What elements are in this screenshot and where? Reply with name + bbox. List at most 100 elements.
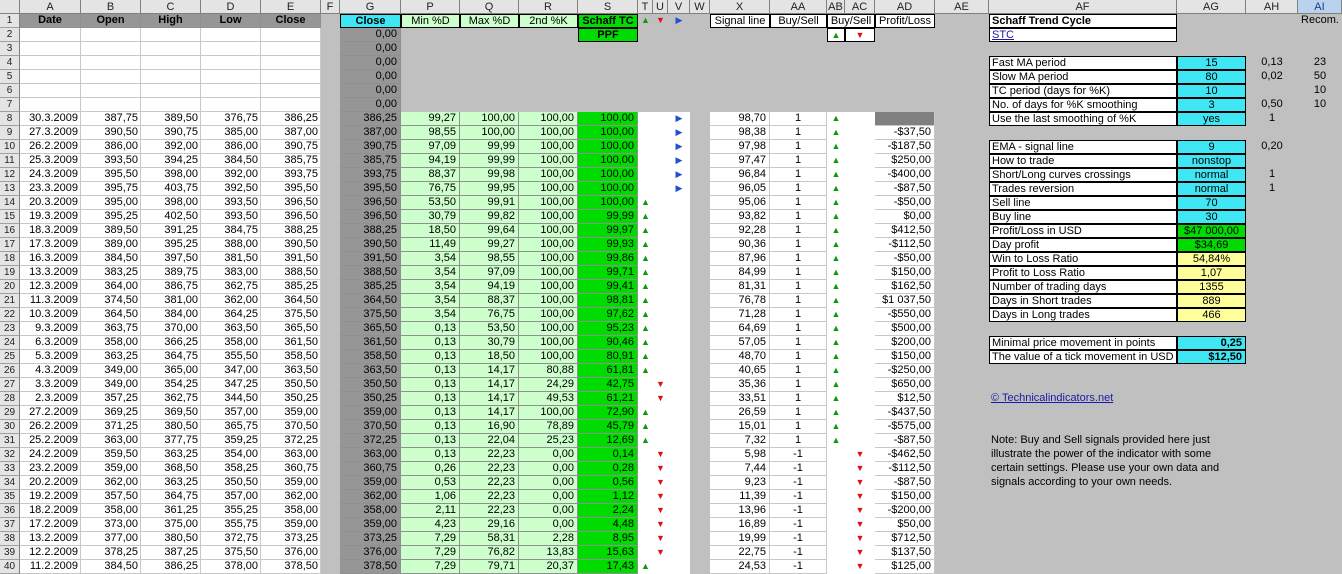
down-arrow-icon[interactable]: ▼	[653, 546, 668, 560]
cell-2nd-k[interactable]: 100,00	[519, 182, 578, 196]
cell-schaff-tc[interactable]: 4,48	[578, 518, 638, 532]
column-header-f[interactable]: F	[321, 0, 340, 14]
cell-profit-loss[interactable]: $412,50	[875, 224, 935, 238]
param-recom[interactable]: 10	[1298, 84, 1342, 98]
cell-profit-loss[interactable]: -$87,50	[875, 476, 935, 490]
cell-signal-line[interactable]: 92,28	[710, 224, 770, 238]
cell-buy-sell[interactable]: 1	[770, 350, 827, 364]
cell-high[interactable]: 386,25	[141, 560, 201, 574]
cell-close-g[interactable]: 359,00	[340, 518, 401, 532]
cell-ac[interactable]	[845, 406, 875, 420]
cell-low[interactable]: 357,00	[201, 490, 261, 504]
cell-2nd-k[interactable]: 100,00	[519, 224, 578, 238]
cell-profit-loss[interactable]: -$187,50	[875, 140, 935, 154]
cell-min-d[interactable]: 18,50	[401, 224, 460, 238]
cell-open[interactable]: 363,25	[81, 350, 141, 364]
param-value[interactable]: normal	[1177, 168, 1246, 182]
cell-v[interactable]	[668, 532, 690, 546]
cell-v[interactable]	[668, 546, 690, 560]
param-ah[interactable]: 0,02	[1246, 70, 1298, 84]
cell-b6[interactable]	[81, 84, 141, 98]
cell-close[interactable]: 362,00	[261, 490, 321, 504]
cell-min-d[interactable]: 3,54	[401, 266, 460, 280]
cell-2nd-k[interactable]: 100,00	[519, 154, 578, 168]
cell-u[interactable]	[653, 350, 668, 364]
cell-max-d[interactable]: 22,23	[460, 504, 519, 518]
cell-close[interactable]: 396,50	[261, 210, 321, 224]
website-link-cell[interactable]: © Technicalindicators.net	[989, 392, 1177, 406]
buy-arrow-icon[interactable]: ▲	[827, 434, 845, 448]
param-value[interactable]: 9	[1177, 140, 1246, 154]
header-buy-sell[interactable]: Buy/Sell	[770, 14, 827, 28]
up-arrow-icon[interactable]: ▲	[638, 434, 653, 448]
cell-close[interactable]: 359,00	[261, 406, 321, 420]
cell-schaff-tc[interactable]: 8,95	[578, 532, 638, 546]
cell-schaff-tc[interactable]: 100,00	[578, 154, 638, 168]
cell-ac[interactable]	[845, 350, 875, 364]
cell-min-d[interactable]: 3,54	[401, 308, 460, 322]
row-header-24[interactable]: 24	[0, 336, 20, 350]
buy-arrow-icon[interactable]: ▲	[827, 210, 845, 224]
cell-schaff-tc[interactable]: 100,00	[578, 126, 638, 140]
cell-b4[interactable]	[81, 56, 141, 70]
cell-date[interactable]: 3.3.2009	[20, 378, 81, 392]
header-d[interactable]: Low	[201, 14, 261, 28]
cell-high[interactable]: 387,25	[141, 546, 201, 560]
cell-c7[interactable]	[141, 98, 201, 112]
stc-link[interactable]: STC	[992, 29, 1014, 41]
cell-a6[interactable]	[20, 84, 81, 98]
cell-d3[interactable]	[201, 42, 261, 56]
cell-u[interactable]	[653, 210, 668, 224]
sell-arrow-icon[interactable]: ▼	[845, 560, 875, 574]
cell-max-d[interactable]: 22,23	[460, 448, 519, 462]
cell-b3[interactable]	[81, 42, 141, 56]
cell-open[interactable]: 378,25	[81, 546, 141, 560]
cell-open[interactable]: 393,50	[81, 154, 141, 168]
param-label[interactable]: Use the last smoothing of %K	[989, 112, 1177, 126]
cell-close[interactable]: 363,50	[261, 364, 321, 378]
cell-profit-loss[interactable]: -$50,00	[875, 196, 935, 210]
row-header-31[interactable]: 31	[0, 434, 20, 448]
cell-min-d[interactable]: 53,50	[401, 196, 460, 210]
cell-ac[interactable]	[845, 336, 875, 350]
cell-min-d[interactable]: 3,54	[401, 252, 460, 266]
cell-schaff-tc[interactable]: 100,00	[578, 196, 638, 210]
cell-min-d[interactable]: 0,13	[401, 420, 460, 434]
cell-b2[interactable]	[81, 28, 141, 42]
header-a[interactable]: Date	[20, 14, 81, 28]
cell-high[interactable]: 391,25	[141, 224, 201, 238]
column-header-af[interactable]: AF	[989, 0, 1177, 14]
cell-2nd-k[interactable]: 100,00	[519, 140, 578, 154]
cell-ac[interactable]	[845, 434, 875, 448]
cell-2nd-k[interactable]: 100,00	[519, 196, 578, 210]
cell-v[interactable]	[668, 476, 690, 490]
param-value[interactable]: 54,84%	[1177, 252, 1246, 266]
cell-ac[interactable]	[845, 294, 875, 308]
cell-low[interactable]: 358,00	[201, 336, 261, 350]
cell-low[interactable]: 388,00	[201, 238, 261, 252]
param-ah[interactable]: 1	[1246, 168, 1298, 182]
buy-arrow-icon[interactable]: ▲	[827, 126, 845, 140]
cell-close[interactable]: 350,25	[261, 392, 321, 406]
header-2nd-k[interactable]: 2nd %K	[519, 14, 578, 28]
cell-schaff-tc[interactable]: 95,23	[578, 322, 638, 336]
cell-e5[interactable]	[261, 70, 321, 84]
cell-open[interactable]: 377,00	[81, 532, 141, 546]
up-arrow-icon[interactable]: ▲	[638, 308, 653, 322]
cell-2nd-k[interactable]: 0,00	[519, 462, 578, 476]
cell-low[interactable]: 359,25	[201, 434, 261, 448]
cell-high[interactable]: 354,25	[141, 378, 201, 392]
cell-open[interactable]: 362,00	[81, 476, 141, 490]
cell-schaff-tc[interactable]: 2,24	[578, 504, 638, 518]
cell-close[interactable]: 359,00	[261, 518, 321, 532]
cell-d4[interactable]	[201, 56, 261, 70]
cell-t[interactable]	[638, 518, 653, 532]
cell-low[interactable]: 364,25	[201, 308, 261, 322]
cell-profit-loss[interactable]: -$112,50	[875, 462, 935, 476]
cell-date[interactable]: 11.2.2009	[20, 560, 81, 574]
cell-close-g[interactable]: 388,25	[340, 224, 401, 238]
cell-low[interactable]: 384,50	[201, 154, 261, 168]
cell-close-g[interactable]: 363,00	[340, 448, 401, 462]
param-label[interactable]: Buy line	[989, 210, 1177, 224]
cell-t[interactable]	[638, 112, 653, 126]
